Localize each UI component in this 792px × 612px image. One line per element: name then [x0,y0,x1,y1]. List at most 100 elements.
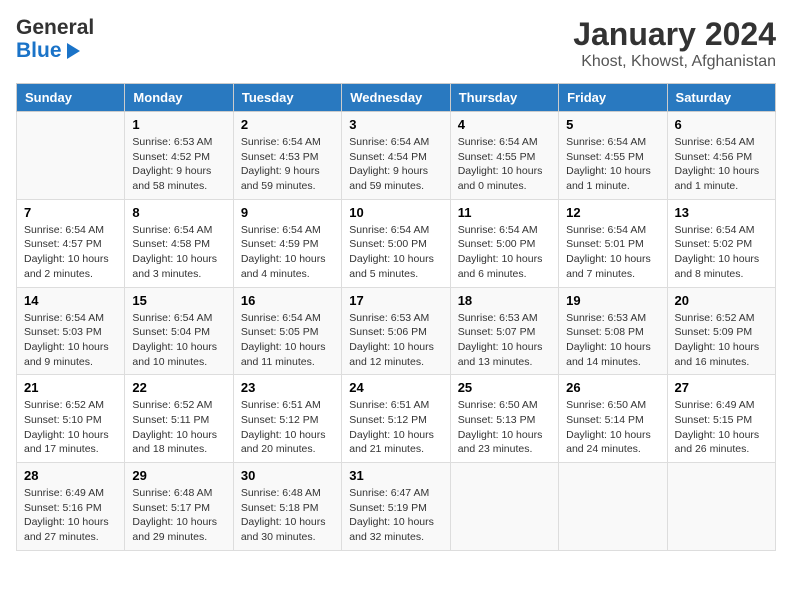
day-info: Sunrise: 6:54 AMSunset: 4:55 PMDaylight:… [566,135,659,194]
calendar-cell: 9 Sunrise: 6:54 AMSunset: 4:59 PMDaylight… [233,199,341,287]
calendar-cell: 6 Sunrise: 6:54 AMSunset: 4:56 PMDaylight… [667,112,775,200]
calendar-cell: 19 Sunrise: 6:53 AMSunset: 5:08 PMDayligh… [559,287,667,375]
calendar-cell: 7 Sunrise: 6:54 AMSunset: 4:57 PMDaylight… [17,199,125,287]
day-info: Sunrise: 6:50 AMSunset: 5:13 PMDaylight:… [458,398,551,457]
day-number: 29 [132,468,225,483]
logo-line2: Blue [16,39,62,62]
day-info: Sunrise: 6:48 AMSunset: 5:17 PMDaylight:… [132,486,225,545]
day-info: Sunrise: 6:52 AMSunset: 5:11 PMDaylight:… [132,398,225,457]
day-info: Sunrise: 6:48 AMSunset: 5:18 PMDaylight:… [241,486,334,545]
page-title: January 2024 [573,16,776,53]
day-number: 6 [675,117,768,132]
day-number: 27 [675,380,768,395]
calendar-cell [667,463,775,551]
weekday-header: Saturday [667,84,775,112]
calendar-cell: 14Sunrise: 6:54 AMSunset: 5:03 PMDayligh… [17,287,125,375]
day-number: 8 [132,205,225,220]
day-info: Sunrise: 6:54 AMSunset: 5:03 PMDaylight:… [24,311,117,370]
day-number: 11 [458,205,551,220]
day-number: 25 [458,380,551,395]
calendar-cell: 3 Sunrise: 6:54 AMSunset: 4:54 PMDaylight… [342,112,450,200]
calendar-cell [450,463,558,551]
calendar-cell: 25 Sunrise: 6:50 AMSunset: 5:13 PMDayligh… [450,375,558,463]
day-number: 13 [675,205,768,220]
day-number: 7 [24,205,117,220]
day-info: Sunrise: 6:53 AMSunset: 5:08 PMDaylight:… [566,311,659,370]
day-info: Sunrise: 6:54 AMSunset: 4:58 PMDaylight:… [132,223,225,282]
calendar-cell: 12Sunrise: 6:54 AMSunset: 5:01 PMDayligh… [559,199,667,287]
calendar-cell: 27Sunrise: 6:49 AMSunset: 5:15 PMDayligh… [667,375,775,463]
day-number: 23 [241,380,334,395]
calendar-week-row: 7 Sunrise: 6:54 AMSunset: 4:57 PMDaylight… [17,199,776,287]
day-info: Sunrise: 6:47 AMSunset: 5:19 PMDaylight:… [349,486,442,545]
calendar-cell [17,112,125,200]
day-number: 15 [132,293,225,308]
day-number: 9 [241,205,334,220]
page-subtitle: Khost, Khowst, Afghanistan [573,53,776,71]
calendar-cell: 18 Sunrise: 6:53 AMSunset: 5:07 PMDayligh… [450,287,558,375]
day-number: 19 [566,293,659,308]
day-number: 10 [349,205,442,220]
day-number: 3 [349,117,442,132]
calendar-cell: 2 Sunrise: 6:54 AMSunset: 4:53 PMDaylight… [233,112,341,200]
day-info: Sunrise: 6:51 AMSunset: 5:12 PMDaylight:… [241,398,334,457]
calendar-week-row: 14Sunrise: 6:54 AMSunset: 5:03 PMDayligh… [17,287,776,375]
day-number: 22 [132,380,225,395]
day-info: Sunrise: 6:54 AMSunset: 5:00 PMDaylight:… [458,223,551,282]
calendar-cell: 22 Sunrise: 6:52 AMSunset: 5:11 PMDayligh… [125,375,233,463]
day-info: Sunrise: 6:54 AMSunset: 5:04 PMDaylight:… [132,311,225,370]
weekday-header-row: SundayMondayTuesdayWednesdayThursdayFrid… [17,84,776,112]
day-info: Sunrise: 6:53 AMSunset: 5:06 PMDaylight:… [349,311,442,370]
calendar-cell: 16 Sunrise: 6:54 AMSunset: 5:05 PMDayligh… [233,287,341,375]
calendar-cell: 31Sunrise: 6:47 AMSunset: 5:19 PMDayligh… [342,463,450,551]
calendar-cell: 11 Sunrise: 6:54 AMSunset: 5:00 PMDayligh… [450,199,558,287]
day-number: 18 [458,293,551,308]
day-info: Sunrise: 6:54 AMSunset: 4:59 PMDaylight:… [241,223,334,282]
calendar-cell: 17Sunrise: 6:53 AMSunset: 5:06 PMDayligh… [342,287,450,375]
day-number: 16 [241,293,334,308]
calendar-cell: 13Sunrise: 6:54 AMSunset: 5:02 PMDayligh… [667,199,775,287]
calendar-cell: 5Sunrise: 6:54 AMSunset: 4:55 PMDaylight… [559,112,667,200]
day-info: Sunrise: 6:53 AMSunset: 5:07 PMDaylight:… [458,311,551,370]
calendar-cell: 28Sunrise: 6:49 AMSunset: 5:16 PMDayligh… [17,463,125,551]
title-block: January 2024 Khost, Khowst, Afghanistan [573,16,776,71]
day-info: Sunrise: 6:54 AMSunset: 4:55 PMDaylight:… [458,135,551,194]
calendar-week-row: 21Sunrise: 6:52 AMSunset: 5:10 PMDayligh… [17,375,776,463]
day-info: Sunrise: 6:54 AMSunset: 4:53 PMDaylight:… [241,135,334,194]
calendar-cell: 8 Sunrise: 6:54 AMSunset: 4:58 PMDaylight… [125,199,233,287]
weekday-header: Sunday [17,84,125,112]
day-info: Sunrise: 6:49 AMSunset: 5:16 PMDaylight:… [24,486,117,545]
day-number: 2 [241,117,334,132]
logo: General Blue [16,16,94,62]
calendar-cell: 4Sunrise: 6:54 AMSunset: 4:55 PMDaylight… [450,112,558,200]
day-number: 1 [132,117,225,132]
calendar-cell: 10Sunrise: 6:54 AMSunset: 5:00 PMDayligh… [342,199,450,287]
day-info: Sunrise: 6:54 AMSunset: 5:05 PMDaylight:… [241,311,334,370]
day-number: 21 [24,380,117,395]
day-number: 20 [675,293,768,308]
calendar-table: SundayMondayTuesdayWednesdayThursdayFrid… [16,83,776,551]
calendar-cell: 26 Sunrise: 6:50 AMSunset: 5:14 PMDayligh… [559,375,667,463]
day-number: 24 [349,380,442,395]
calendar-cell: 1 Sunrise: 6:53 AMSunset: 4:52 PMDaylight… [125,112,233,200]
day-info: Sunrise: 6:50 AMSunset: 5:14 PMDaylight:… [566,398,659,457]
day-info: Sunrise: 6:54 AMSunset: 4:56 PMDaylight:… [675,135,768,194]
day-info: Sunrise: 6:53 AMSunset: 4:52 PMDaylight:… [132,135,225,194]
calendar-cell: 30 Sunrise: 6:48 AMSunset: 5:18 PMDayligh… [233,463,341,551]
day-number: 30 [241,468,334,483]
weekday-header: Thursday [450,84,558,112]
day-info: Sunrise: 6:52 AMSunset: 5:09 PMDaylight:… [675,311,768,370]
calendar-week-row: 1 Sunrise: 6:53 AMSunset: 4:52 PMDaylight… [17,112,776,200]
day-info: Sunrise: 6:54 AMSunset: 4:57 PMDaylight:… [24,223,117,282]
calendar-cell [559,463,667,551]
calendar-cell: 15 Sunrise: 6:54 AMSunset: 5:04 PMDayligh… [125,287,233,375]
day-info: Sunrise: 6:54 AMSunset: 4:54 PMDaylight:… [349,135,442,194]
day-info: Sunrise: 6:54 AMSunset: 5:01 PMDaylight:… [566,223,659,282]
day-number: 26 [566,380,659,395]
calendar-cell: 29 Sunrise: 6:48 AMSunset: 5:17 PMDayligh… [125,463,233,551]
calendar-cell: 20 Sunrise: 6:52 AMSunset: 5:09 PMDayligh… [667,287,775,375]
page-header: General Blue January 2024 Khost, Khowst,… [16,16,776,71]
weekday-header: Monday [125,84,233,112]
calendar-cell: 21Sunrise: 6:52 AMSunset: 5:10 PMDayligh… [17,375,125,463]
calendar-week-row: 28Sunrise: 6:49 AMSunset: 5:16 PMDayligh… [17,463,776,551]
